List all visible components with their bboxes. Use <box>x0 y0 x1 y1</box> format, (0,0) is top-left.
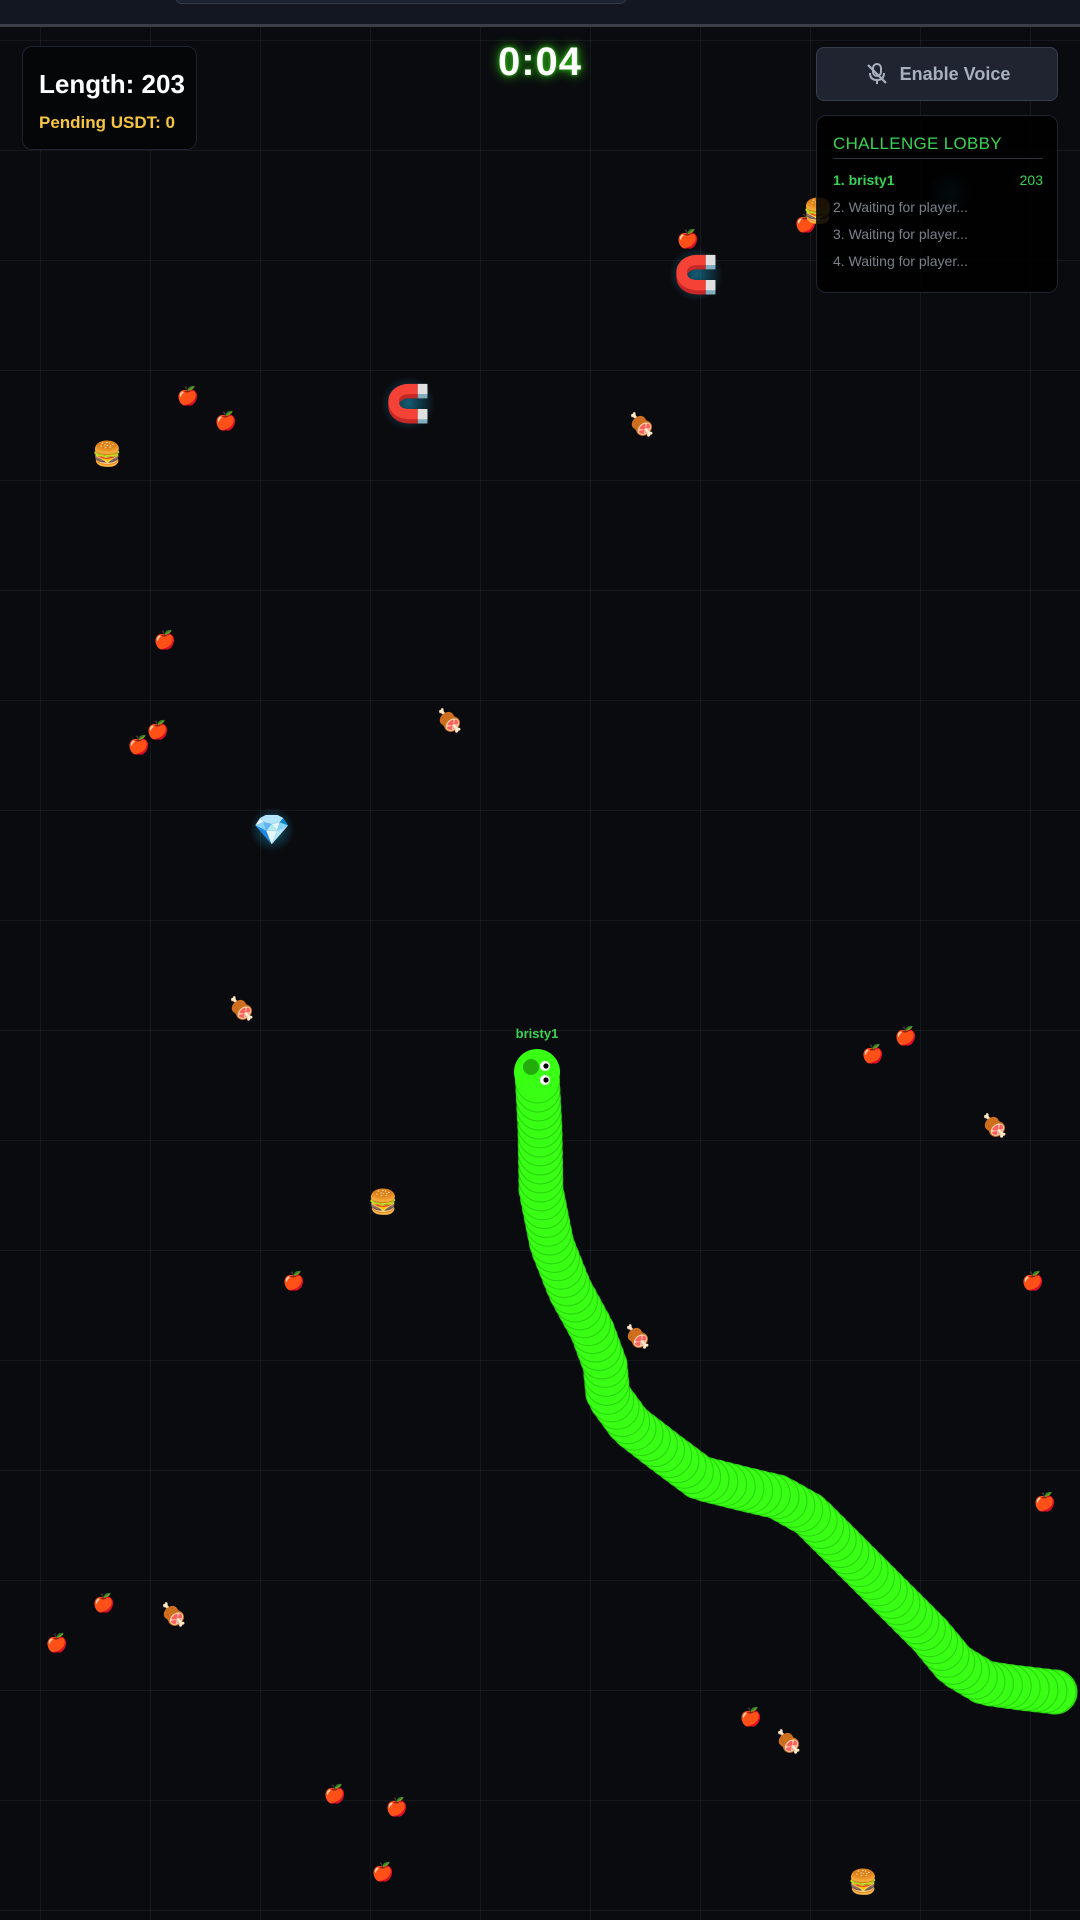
lobby-player-name: 2. Waiting for player... <box>833 199 968 215</box>
lobby-player-name: 3. Waiting for player... <box>833 226 968 242</box>
magnet-icon: 🧲 <box>674 254 719 296</box>
meat-icon: 🍖 <box>628 411 655 439</box>
apple-icon: 🍎 <box>1022 1270 1044 1292</box>
challenge-lobby-panel: CHALLENGE LOBBY 1. bristy1 203 2. Waitin… <box>816 115 1058 293</box>
lobby-player-score: 203 <box>1019 172 1043 188</box>
lobby-divider <box>833 158 1043 159</box>
apple-icon: 🍎 <box>862 1043 884 1065</box>
apple-icon: 🍎 <box>1034 1491 1056 1513</box>
lobby-player-name: 4. Waiting for player... <box>833 253 968 269</box>
lobby-player-row: 2. Waiting for player... <box>833 199 1043 215</box>
enable-voice-label: Enable Voice <box>899 63 1011 84</box>
apple-icon: 🍎 <box>128 734 150 756</box>
magnet-icon: 🧲 <box>386 383 431 425</box>
lobby-title: CHALLENGE LOBBY <box>833 134 1002 153</box>
lobby-player-row: 3. Waiting for player... <box>833 226 1043 242</box>
meat-icon: 🍖 <box>981 1112 1008 1140</box>
apple-icon: 🍎 <box>895 1025 917 1047</box>
pending-usdt-label: Pending USDT: 0 <box>39 113 176 132</box>
lobby-player-row: 4. Waiting for player... <box>833 253 1043 269</box>
burger-icon: 🍔 <box>368 1188 398 1216</box>
lobby-player-row: 1. bristy1 203 <box>833 172 1043 188</box>
apple-icon: 🍎 <box>283 1270 305 1292</box>
apple-icon: 🍎 <box>324 1783 346 1805</box>
meat-icon: 🍖 <box>228 995 255 1023</box>
meat-icon: 🍖 <box>160 1601 187 1629</box>
diamond-icon: 💎 <box>253 813 290 848</box>
apple-icon: 🍎 <box>93 1592 115 1614</box>
player-name-label: bristy1 <box>516 1026 559 1041</box>
apple-icon: 🍎 <box>154 629 176 651</box>
meat-icon: 🍖 <box>436 707 463 735</box>
burger-icon: 🍔 <box>848 1868 878 1896</box>
burger-icon: 🍔 <box>92 440 122 468</box>
apple-icon: 🍎 <box>386 1796 408 1818</box>
player-snake <box>514 1049 1078 1715</box>
lobby-player-name: 1. bristy1 <box>833 172 895 188</box>
apple-icon: 🍎 <box>677 228 699 250</box>
stats-panel: Length: 203 Pending USDT: 0 <box>22 46 197 150</box>
apple-icon: 🍎 <box>740 1706 762 1728</box>
apple-icon: 🍎 <box>177 385 199 407</box>
apple-icon: 🍎 <box>215 410 237 432</box>
mic-off-icon <box>864 61 890 87</box>
apple-icon: 🍎 <box>372 1861 394 1883</box>
apple-icon: 🍎 <box>46 1632 68 1654</box>
snake-pupil <box>543 1063 549 1069</box>
match-timer: 0:04 <box>497 40 583 84</box>
snake-pupil <box>543 1077 549 1083</box>
enable-voice-button[interactable]: Enable Voice <box>816 47 1058 101</box>
meat-icon: 🍖 <box>624 1323 651 1351</box>
length-label: Length: 203 <box>39 69 185 99</box>
meat-icon: 🍖 <box>775 1728 802 1756</box>
snake-head-spot <box>523 1059 539 1075</box>
